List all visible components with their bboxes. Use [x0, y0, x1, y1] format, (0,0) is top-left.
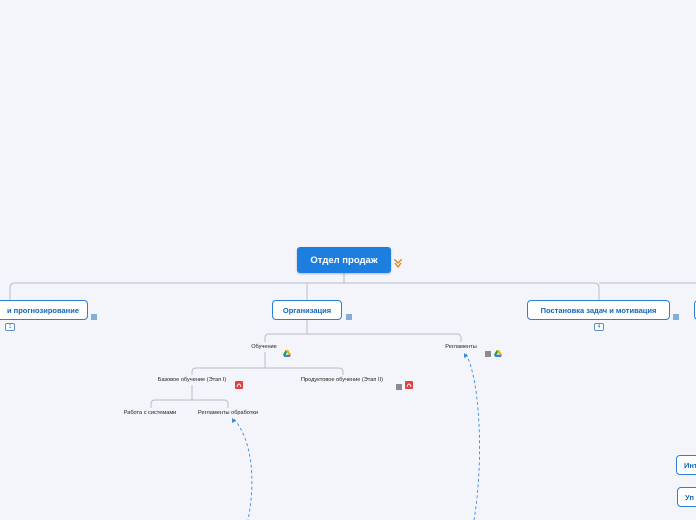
side-node-int-label: Инт — [684, 460, 696, 470]
relation-line-regulations — [465, 353, 480, 520]
google-drive-icon[interactable] — [283, 344, 291, 362]
notes-icon[interactable] — [396, 377, 402, 395]
down-arrow-marker-icon — [393, 255, 403, 273]
subtopic-product-training-label: Продуктовое обучение (Этап II) — [301, 377, 383, 383]
subtopic-training-label: Обучение — [251, 344, 277, 350]
subtopic-processing-regulations-label: Регламенты обработки — [198, 410, 258, 416]
connectors — [9, 273, 696, 408]
pdf-icon[interactable] — [405, 376, 413, 394]
subtopic-basic-training-label: Базовое обучение (Этап I) — [157, 377, 227, 383]
subtopic-regulations-label: Регламенты — [445, 344, 477, 350]
relation-arrowheads — [232, 353, 468, 423]
subtopic-product-training[interactable]: Продуктовое обучение (Этап II) — [293, 375, 391, 385]
notes-icon[interactable] — [346, 307, 352, 325]
subtopic-processing-regulations[interactable]: Регламенты обработки — [192, 408, 264, 418]
side-node-int[interactable]: Инт — [676, 455, 696, 475]
topic-forecasting-collapsed-badge[interactable]: 1 — [5, 323, 15, 331]
subtopic-systems-work-label: Работа с системами — [123, 410, 177, 416]
root-node[interactable]: Отдел продаж — [297, 247, 391, 273]
pdf-icon[interactable] — [235, 376, 243, 394]
subtopic-training[interactable]: Обучение — [246, 342, 282, 352]
subtopic-regulations[interactable]: Регламенты — [442, 342, 480, 352]
relation-line-processing-regs — [233, 418, 253, 520]
notes-icon[interactable] — [673, 307, 679, 325]
side-node-up-label: Уп — [685, 492, 694, 502]
topic-forecasting[interactable]: и прогнозирование — [0, 300, 88, 320]
topic-organization-label: Организация — [282, 305, 332, 315]
subtopic-basic-training[interactable]: Базовое обучение (Этап I) — [150, 375, 234, 385]
topic-tasks-motivation[interactable]: Постановка задач и мотивация — [527, 300, 670, 320]
topic-tasks-collapsed-badge[interactable]: 4 — [594, 323, 604, 331]
subtopic-systems-work[interactable]: Работа с системами — [119, 408, 181, 418]
topic-forecasting-label: и прогнозирование — [6, 305, 79, 315]
topic-organization[interactable]: Организация — [272, 300, 342, 320]
topic-tasks-motivation-label: Постановка задач и мотивация — [540, 305, 657, 315]
relation-arrowhead-regulations — [464, 353, 468, 358]
notes-icon[interactable] — [485, 344, 491, 362]
google-drive-icon[interactable] — [494, 344, 502, 362]
notes-icon[interactable] — [91, 307, 97, 325]
side-node-up[interactable]: Уп — [677, 487, 696, 507]
